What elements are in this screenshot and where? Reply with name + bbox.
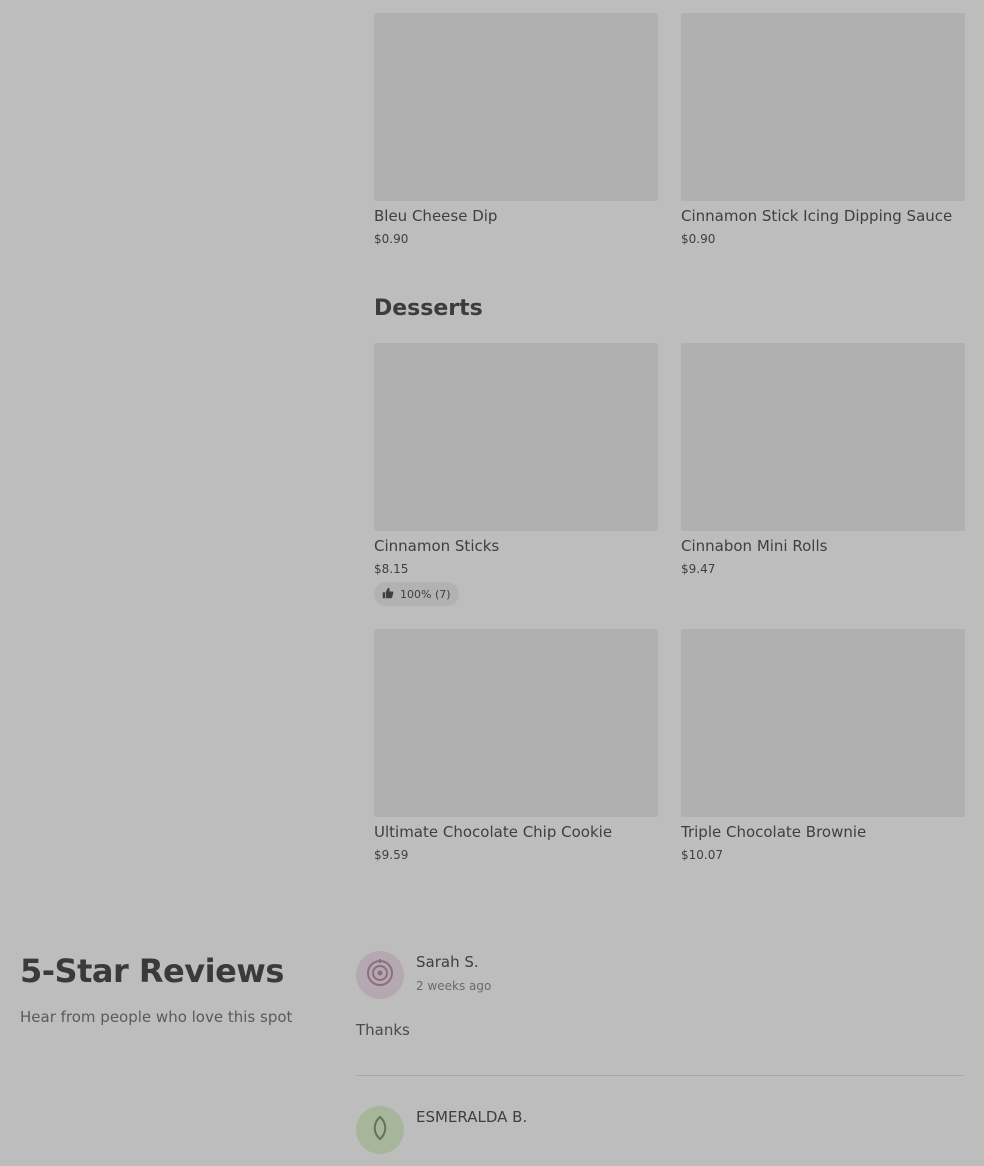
item-price: $0.90 <box>374 232 409 246</box>
reviewer-name: Sarah S. <box>416 953 479 971</box>
menu-item-card[interactable]: Triple Chocolate Brownie $10.07 <box>681 629 965 862</box>
target-icon <box>365 958 395 992</box>
item-image <box>681 343 965 531</box>
reviewer-name: ESMERALDA B. <box>416 1108 528 1126</box>
menu-item-card[interactable]: Bleu Cheese Dip $0.90 <box>374 13 658 246</box>
rating-text: 100% (7) <box>400 587 451 601</box>
reviews-subtitle: Hear from people who love this spot <box>20 1008 293 1026</box>
avatar <box>356 1106 404 1154</box>
reviews-title: 5-Star Reviews <box>20 952 284 990</box>
review-date: 2 weeks ago <box>416 979 492 993</box>
item-image <box>681 629 965 817</box>
review-item: Sarah S. 2 weeks ago Thanks <box>356 951 964 1051</box>
item-price: $0.90 <box>681 232 716 246</box>
item-price: $10.07 <box>681 848 723 862</box>
review-item: ESMERALDA B. <box>356 1106 964 1166</box>
rating-badge: 100% (7) <box>374 582 459 606</box>
item-price: $9.59 <box>374 848 409 862</box>
section-title-desserts: Desserts <box>374 296 483 321</box>
item-image <box>374 629 658 817</box>
menu-item-card[interactable]: Cinnamon Sticks $8.15 100% (7) <box>374 343 658 606</box>
item-image <box>374 343 658 531</box>
menu-item-card[interactable]: Ultimate Chocolate Chip Cookie $9.59 <box>374 629 658 862</box>
thumbs-up-icon <box>382 587 394 602</box>
item-name: Cinnamon Sticks <box>374 537 500 555</box>
menu-item-card[interactable]: Cinnamon Stick Icing Dipping Sauce $0.90 <box>681 13 965 246</box>
item-image <box>681 13 965 201</box>
item-price: $8.15 <box>374 562 409 576</box>
item-image <box>374 13 658 201</box>
item-name: Cinnabon Mini Rolls <box>681 537 828 555</box>
menu-item-card[interactable]: Cinnabon Mini Rolls $9.47 <box>681 343 965 576</box>
avatar <box>356 951 404 999</box>
review-text: Thanks <box>356 1021 410 1039</box>
item-price: $9.47 <box>681 562 716 576</box>
item-name: Bleu Cheese Dip <box>374 207 498 225</box>
item-name: Ultimate Chocolate Chip Cookie <box>374 823 613 841</box>
item-name: Cinnamon Stick Icing Dipping Sauce <box>681 207 953 225</box>
divider <box>356 1075 964 1076</box>
leaf-icon <box>365 1113 395 1147</box>
item-name: Triple Chocolate Brownie <box>681 823 867 841</box>
